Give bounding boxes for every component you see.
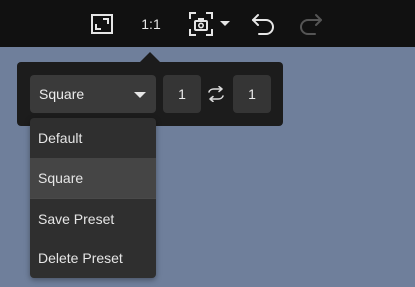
redo-button[interactable]	[296, 0, 326, 47]
dropdown-caret-icon	[219, 21, 230, 26]
height-ratio-value: 1	[248, 86, 256, 102]
width-ratio-input[interactable]: 1	[163, 75, 201, 113]
menu-item-label: Delete Preset	[38, 250, 123, 266]
preset-select[interactable]: Square	[30, 75, 156, 113]
screenshot-icon	[188, 11, 213, 36]
menu-item-delete-preset[interactable]: Delete Preset	[30, 238, 156, 278]
chevron-down-icon	[134, 92, 146, 98]
menu-item-default[interactable]: Default	[30, 118, 156, 158]
menu-item-label: Default	[38, 130, 83, 146]
ratio-label: 1:1	[141, 15, 161, 32]
menu-item-label: Save Preset	[38, 210, 115, 227]
height-ratio-input[interactable]: 1	[233, 75, 271, 113]
redo-icon	[300, 13, 322, 35]
top-toolbar: 1:1	[0, 0, 415, 47]
screenshot-button[interactable]	[183, 0, 235, 47]
preset-select-value: Square	[39, 86, 85, 102]
aspect-ratio-button[interactable]	[88, 0, 116, 47]
swap-icon[interactable]	[207, 86, 225, 102]
popover-caret	[140, 52, 160, 62]
aspect-ratio-icon	[91, 13, 113, 34]
menu-item-square[interactable]: Square	[30, 158, 156, 198]
width-ratio-value: 1	[178, 86, 186, 102]
ratio-button[interactable]: 1:1	[136, 0, 166, 47]
preset-dropdown-menu: Default Square Save Preset Delete Preset	[30, 118, 156, 278]
undo-icon	[252, 13, 274, 35]
undo-button[interactable]	[248, 0, 278, 47]
menu-item-save-preset[interactable]: Save Preset	[30, 198, 156, 238]
menu-item-label: Square	[38, 170, 84, 186]
